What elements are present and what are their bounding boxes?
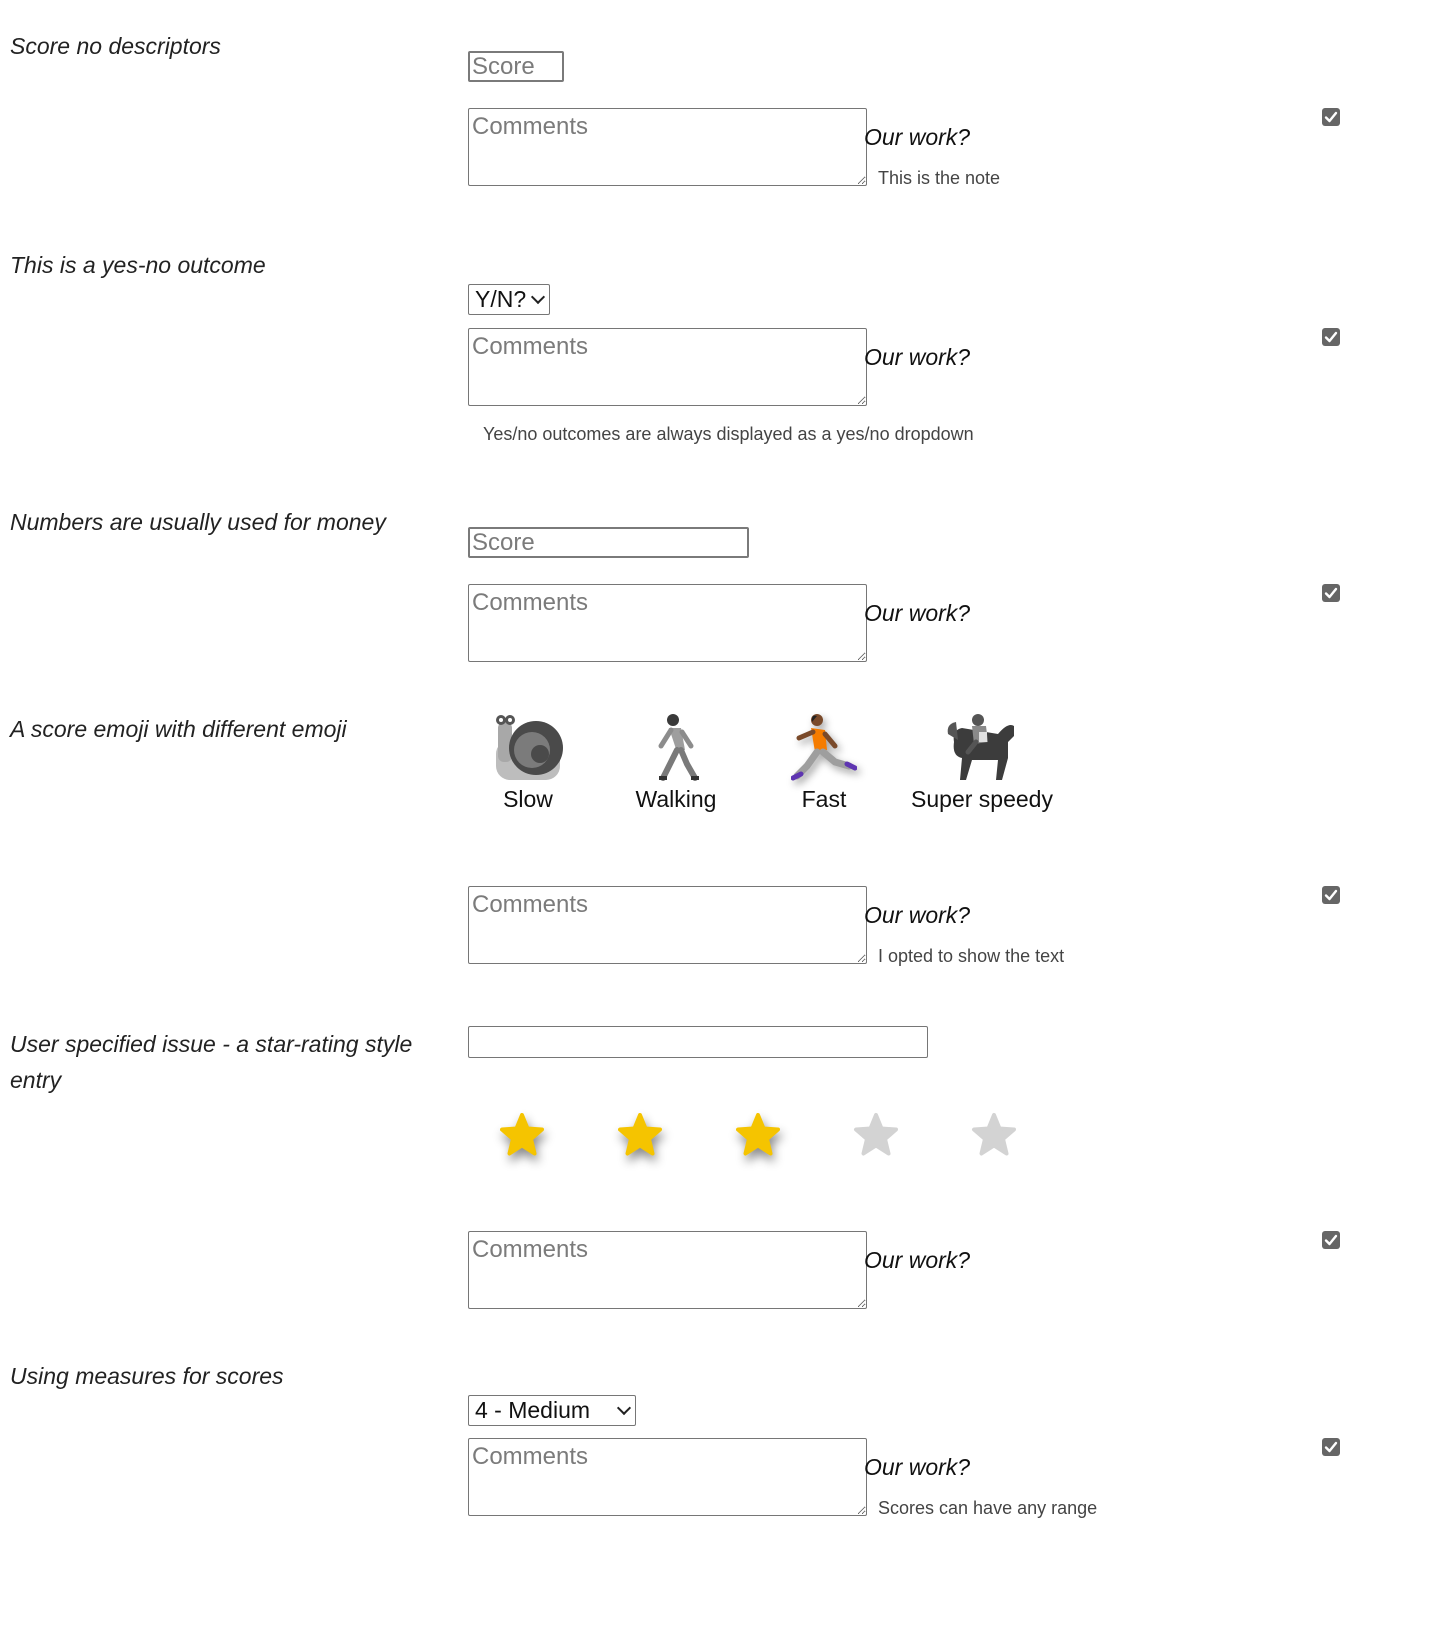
our-work-label: Our work? — [864, 902, 971, 928]
section-note: I opted to show the text — [878, 946, 1065, 966]
our-work-checkbox[interactable] — [1322, 1231, 1340, 1249]
score-input[interactable] — [468, 527, 749, 558]
comments-field[interactable] — [468, 584, 867, 662]
check-icon — [1324, 331, 1338, 343]
our-work-checkbox[interactable] — [1322, 1438, 1340, 1456]
section-label: Numbers are usually used for money — [10, 509, 386, 535]
horse-racing-icon — [947, 714, 1014, 780]
select-value: 4 - Medium — [475, 1397, 591, 1423]
emoji-option-label: Fast — [801, 786, 847, 812]
our-work-label: Our work? — [864, 1247, 971, 1273]
check-icon — [1324, 587, 1338, 599]
star-filled-icon[interactable] — [498, 1112, 546, 1158]
comments-field[interactable] — [468, 1438, 867, 1516]
comments-field[interactable] — [468, 108, 867, 186]
issue-text-input[interactable] — [468, 1026, 928, 1058]
section-label: Using measures for scores — [10, 1363, 284, 1389]
person-walking-icon — [658, 714, 699, 781]
chevron-down-icon — [619, 1403, 629, 1413]
star-empty-icon[interactable] — [852, 1112, 900, 1158]
check-icon — [1324, 1234, 1338, 1246]
emoji-option-fast[interactable]: Fast — [749, 712, 899, 813]
comments-field[interactable] — [468, 886, 867, 964]
select-value: Y/N? — [475, 286, 527, 312]
our-work-checkbox[interactable] — [1322, 886, 1340, 904]
star-filled-icon[interactable] — [734, 1112, 782, 1158]
our-work-checkbox[interactable] — [1322, 108, 1340, 126]
yes-no-select[interactable]: Y/N? — [468, 284, 550, 315]
check-icon — [1324, 889, 1338, 901]
star-filled-icon[interactable] — [616, 1112, 664, 1158]
our-work-label: Our work? — [864, 344, 971, 370]
emoji-option-walking[interactable]: Walking — [601, 712, 751, 813]
section-note: This is the note — [878, 168, 1001, 188]
our-work-checkbox[interactable] — [1322, 584, 1340, 602]
emoji-option-super-speedy[interactable]: Super speedy — [907, 712, 1057, 813]
section-note: Yes/no outcomes are always displayed as … — [483, 424, 974, 444]
star-empty-icon[interactable] — [970, 1112, 1018, 1158]
our-work-label: Our work? — [864, 124, 971, 150]
measure-select[interactable]: 4 - Medium — [468, 1395, 636, 1426]
check-icon — [1324, 1441, 1338, 1453]
emoji-option-slow[interactable]: Slow — [453, 712, 603, 813]
emoji-option-label: Walking — [635, 786, 717, 812]
our-work-checkbox[interactable] — [1322, 328, 1340, 346]
section-label: Score no descriptors — [10, 33, 221, 59]
chevron-down-icon — [533, 292, 543, 302]
section-note: Scores can have any range — [878, 1498, 1098, 1518]
emoji-option-label: Super speedy — [911, 786, 1053, 812]
comments-field[interactable] — [468, 1231, 867, 1309]
check-icon — [1324, 111, 1338, 123]
section-label: This is a yes-no outcome — [10, 252, 266, 278]
person-running-icon — [791, 714, 857, 781]
section-label: A score emoji with different emoji — [10, 716, 347, 742]
emoji-option-label: Slow — [503, 786, 553, 812]
score-input[interactable] — [468, 51, 564, 82]
our-work-label: Our work? — [864, 600, 971, 626]
snail-icon — [496, 715, 563, 780]
star-rating[interactable] — [498, 1112, 1018, 1158]
comments-field[interactable] — [468, 328, 867, 406]
our-work-label: Our work? — [864, 1454, 971, 1480]
section-label: User specified issue - a star-rating sty… — [10, 1031, 413, 1093]
